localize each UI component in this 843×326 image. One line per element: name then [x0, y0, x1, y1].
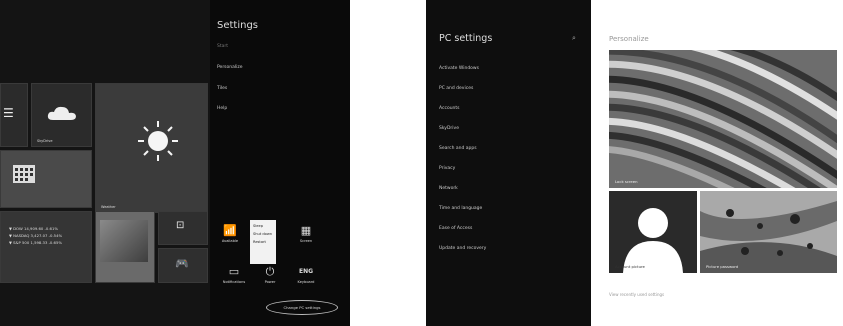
notifications-button[interactable]: ▭ Notifications	[220, 265, 248, 285]
pc-settings-title: PC settings	[439, 33, 493, 44]
available-icon: 📶	[223, 224, 237, 237]
screen-icon: ▦	[300, 224, 312, 237]
change-pc-settings-link[interactable]: Change PC settings	[266, 300, 338, 315]
nav-item-network[interactable]: Network	[439, 186, 458, 191]
pc-settings-window: PC settings ⌕ Activate Windows PC and de…	[426, 0, 843, 326]
picture-password-caption: Picture password	[706, 264, 739, 269]
tile-label: SkyDrive	[37, 139, 53, 143]
picture-password-tile[interactable]: Picture password	[700, 191, 837, 273]
skydrive-tile[interactable]: SkyDrive	[31, 83, 92, 147]
charm-title: Settings	[217, 20, 259, 31]
start-screen: ☰ SkyDrive Weather ▼ DOW 14,909.60 -0.61…	[0, 0, 350, 326]
screen-button[interactable]: ▦ Screen	[292, 224, 320, 244]
sun-icon	[138, 121, 178, 161]
notifications-icon: ▭	[228, 265, 240, 278]
settings-charm: Settings Start Personalize Tiles Help 📶 …	[210, 0, 350, 326]
power-icon: ⏻	[265, 265, 275, 278]
calendar-tile[interactable]	[0, 150, 92, 208]
personalize-panel: Personalize Lock screen Account picture …	[591, 0, 843, 326]
nav-item-pc-and-devices[interactable]: PC and devices	[439, 86, 473, 91]
keyboard-icon: ENG	[298, 268, 314, 275]
available-button[interactable]: 📶 Available	[216, 224, 244, 244]
power-menu: Sleep Shut down Restart	[250, 220, 276, 264]
finance-line: ▼ NASDAQ 3,427.07 -0.54%	[9, 233, 63, 238]
charm-item-personalize[interactable]: Personalize	[217, 65, 243, 70]
photo-thumbnail	[100, 220, 148, 262]
nav-item-accounts[interactable]: Accounts	[439, 106, 460, 111]
nav-item-ease-of-access[interactable]: Ease of Access	[439, 226, 472, 231]
finance-line: ▼ DOW 14,909.60 -0.61%	[9, 226, 58, 231]
finance-tile[interactable]: ▼ DOW 14,909.60 -0.61% ▼ NASDAQ 3,427.07…	[0, 211, 92, 283]
tile-label: Weather	[101, 205, 116, 209]
account-picture-caption: Account picture	[615, 264, 645, 269]
weather-tile[interactable]: Weather	[95, 83, 208, 213]
charm-item-help[interactable]: Help	[217, 106, 227, 111]
nav-item-time-and-language[interactable]: Time and language	[439, 206, 482, 211]
icon-label: Keyboard	[297, 280, 315, 284]
tile-grid: ☰ SkyDrive Weather ▼ DOW 14,909.60 -0.61…	[0, 0, 210, 326]
cloud-icon	[47, 106, 76, 120]
charm-subtitle: Start	[217, 44, 228, 49]
games-tile[interactable]: 🎮	[158, 248, 208, 283]
account-picture-tile[interactable]: Account picture	[609, 191, 697, 273]
nav-item-update-and-recovery[interactable]: Update and recovery	[439, 246, 486, 251]
icon-label: Power	[264, 280, 276, 284]
icon-label: Screen	[299, 239, 313, 243]
lock-screen-preview[interactable]: Lock screen	[609, 50, 837, 188]
photos-tile[interactable]	[95, 211, 155, 283]
nav-item-privacy[interactable]: Privacy	[439, 166, 455, 171]
icon-label: Available	[221, 239, 239, 243]
lock-screen-caption: Lock screen	[615, 179, 638, 184]
gamepad-icon: 🎮	[175, 257, 189, 270]
keyboard-button[interactable]: ENG Keyboard	[292, 266, 320, 284]
icon-label: Notifications	[222, 280, 246, 284]
people-tile[interactable]: ☰	[0, 83, 28, 147]
calendar-icon	[13, 165, 35, 183]
people-icon: ☰	[3, 106, 14, 120]
nav-item-skydrive[interactable]: SkyDrive	[439, 126, 459, 131]
recent-settings-link[interactable]: View recently used settings	[609, 292, 664, 297]
nav-item-search-and-apps[interactable]: Search and apps	[439, 146, 477, 151]
user-silhouette-icon	[623, 208, 683, 273]
power-button[interactable]: ⏻ Power	[256, 265, 284, 285]
page-title: Personalize	[609, 35, 649, 43]
charm-item-tiles[interactable]: Tiles	[217, 86, 227, 91]
video-icon: ⊡	[176, 220, 185, 231]
power-menu-sleep[interactable]: Sleep	[250, 220, 276, 228]
power-menu-shut-down[interactable]: Shut down	[250, 228, 276, 236]
pc-settings-nav: PC settings ⌕ Activate Windows PC and de…	[426, 0, 591, 326]
picture-password-image	[700, 191, 837, 273]
finance-line: ▼ S&P 500 1,598.33 -0.65%	[9, 240, 62, 245]
power-menu-restart[interactable]: Restart	[250, 236, 276, 244]
lock-screen-image	[609, 50, 837, 188]
video-tile[interactable]: ⊡	[158, 211, 208, 245]
nav-item-activate-windows[interactable]: Activate Windows	[439, 66, 479, 71]
search-icon[interactable]: ⌕	[572, 34, 576, 43]
